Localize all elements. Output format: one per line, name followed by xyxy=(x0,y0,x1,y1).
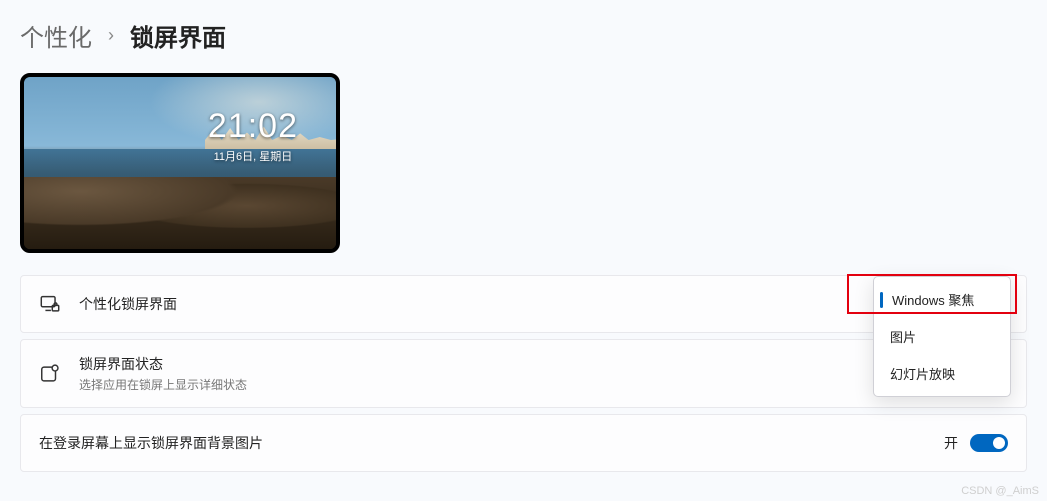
dropdown-option-slideshow[interactable]: 幻灯片放映 xyxy=(878,355,1006,392)
toggle-state-label: 开 xyxy=(944,433,958,453)
setting-show-bg-on-signin: 在登录屏幕上显示锁屏界面背景图片 开 xyxy=(20,414,1027,472)
breadcrumb-current: 锁屏界面 xyxy=(130,18,226,53)
setting-subtitle: 选择应用在锁屏上显示详细状态 xyxy=(79,376,1008,393)
breadcrumb: 个性化 › 锁屏界面 xyxy=(0,0,1047,63)
dropdown-option-spotlight[interactable]: Windows 聚焦 xyxy=(878,281,1006,318)
monitor-lock-icon xyxy=(39,293,61,315)
preview-clock: 21:02 xyxy=(208,107,298,146)
app-status-icon xyxy=(39,363,61,385)
dropdown-option-picture[interactable]: 图片 xyxy=(878,318,1006,355)
lockscreen-preview: 21:02 11月6日, 星期日 xyxy=(20,73,340,253)
setting-title: 个性化锁屏界面 xyxy=(79,294,1008,314)
setting-title: 在登录屏幕上显示锁屏界面背景图片 xyxy=(39,433,944,453)
breadcrumb-separator: › xyxy=(108,25,114,46)
lockscreen-preview-overlay: 21:02 11月6日, 星期日 xyxy=(208,107,298,164)
preview-date: 11月6日, 星期日 xyxy=(208,148,298,164)
setting-title: 锁屏界面状态 xyxy=(79,354,1008,374)
lockscreen-background-dropdown: Windows 聚焦 图片 幻灯片放映 xyxy=(873,276,1011,397)
breadcrumb-parent[interactable]: 个性化 xyxy=(20,18,92,53)
watermark: CSDN @_AimS xyxy=(961,485,1039,497)
toggle-switch[interactable] xyxy=(970,434,1008,452)
